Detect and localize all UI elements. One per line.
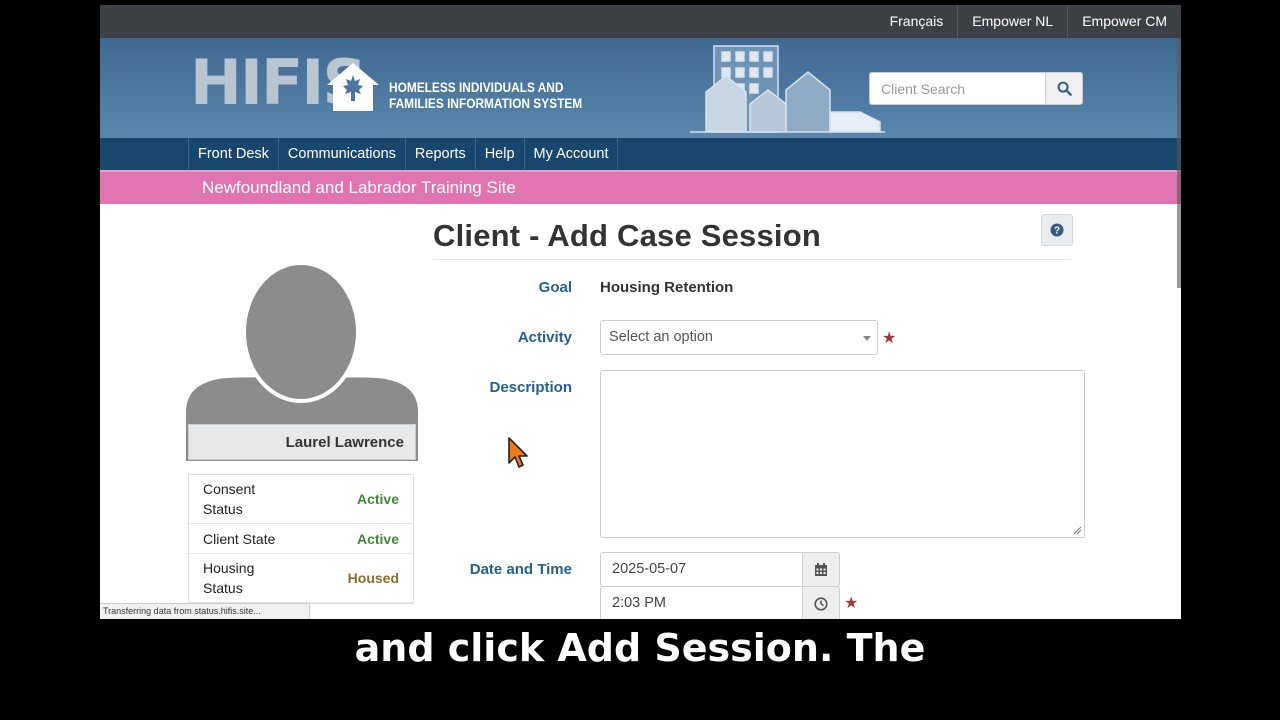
nav-reports[interactable]: Reports [406, 138, 476, 170]
question-circle-icon: ? [1050, 223, 1064, 237]
empower-nl-link[interactable]: Empower NL [957, 5, 1067, 38]
help-button[interactable]: ? [1041, 214, 1073, 246]
page-title: Client - Add Case Session [433, 218, 821, 253]
required-star-icon: ★ [882, 330, 897, 347]
search-icon [1057, 81, 1072, 96]
main-navigation: Front Desk Communications Reports Help M… [100, 138, 1181, 170]
header-banner: HIFIS HOMELESS INDIVIDUALS AND FAMILIES … [100, 38, 1181, 138]
chevron-down-icon [863, 336, 871, 341]
time-input[interactable]: 2:03 PM [600, 586, 802, 619]
status-label: Consent Status [203, 481, 256, 517]
status-row-client-state: Client State Active [189, 524, 413, 554]
top-links: Français Empower NL Empower CM [876, 5, 1181, 38]
activity-select[interactable]: Select an option [600, 320, 878, 355]
status-value: Housed [347, 570, 399, 586]
description-label: Description [489, 379, 572, 396]
video-caption: and click Add Session. The [354, 626, 926, 670]
clock-icon [814, 596, 828, 611]
status-value: Active [356, 491, 399, 507]
client-search-input[interactable] [869, 72, 1045, 105]
date-input[interactable]: 2025-05-07 [600, 552, 802, 587]
client-search-button[interactable] [1045, 72, 1083, 105]
empower-cm-link[interactable]: Empower CM [1067, 5, 1181, 38]
site-banner: Newfoundland and Labrador Training Site [100, 170, 1181, 204]
nav-front-desk[interactable]: Front Desk [189, 138, 279, 170]
status-label: Client State [203, 530, 276, 547]
title-divider [433, 259, 1071, 260]
date-time-label: Date and Time [469, 561, 572, 578]
goal-value: Housing Retention [600, 279, 734, 296]
top-utility-bar: Français Empower NL Empower CM [100, 5, 1181, 38]
logo-subtitle-line2: FAMILIES INFORMATION SYSTEM [389, 96, 583, 111]
client-status-panel: Consent Status Active Client State Activ… [188, 474, 414, 604]
logo-subtitle-line1: HOMELESS INDIVIDUALS AND [389, 80, 564, 95]
calendar-icon [815, 562, 827, 576]
nav-help[interactable]: Help [476, 138, 525, 170]
activity-label: Activity [517, 329, 572, 346]
svg-text:?: ? [1054, 226, 1060, 237]
nav-communications[interactable]: Communications [279, 138, 406, 170]
activity-select-placeholder: Select an option [609, 329, 713, 345]
goal-label: Goal [538, 279, 572, 296]
client-search [869, 72, 1083, 105]
status-row-consent: Consent Status Active [189, 475, 413, 524]
resize-grip-icon[interactable] [1072, 525, 1082, 535]
page-scrollbar[interactable] [1177, 38, 1181, 288]
client-name: Laurel Lawrence [188, 424, 416, 460]
browser-status-bar: Transferring data from status.hifis.site… [100, 603, 310, 619]
language-link[interactable]: Français [876, 5, 958, 38]
maple-leaf-house-icon [327, 63, 379, 111]
description-textarea[interactable] [600, 370, 1085, 538]
browser-viewport: Français Empower NL Empower CM HIFIS HOM… [100, 5, 1181, 619]
mouse-pointer-icon [508, 437, 528, 468]
site-banner-text: Newfoundland and Labrador Training Site [202, 178, 516, 197]
date-input-group: 2025-05-07 [600, 552, 840, 587]
calendar-button[interactable] [802, 552, 840, 587]
time-input-group: 2:03 PM [600, 586, 840, 619]
status-value: Active [356, 530, 399, 547]
status-label: Housing Status [203, 560, 255, 596]
status-row-housing: Housing Status Housed [189, 554, 413, 603]
required-star-icon: ★ [844, 595, 859, 612]
city-buildings-illustration [690, 45, 885, 133]
clock-button[interactable] [802, 586, 840, 619]
main-content: ? Laurel Lawrence Consent Status Active … [186, 204, 1092, 619]
nav-my-account[interactable]: My Account [525, 138, 619, 170]
logo-subtitle: HOMELESS INDIVIDUALS AND FAMILIES INFORM… [389, 80, 582, 112]
